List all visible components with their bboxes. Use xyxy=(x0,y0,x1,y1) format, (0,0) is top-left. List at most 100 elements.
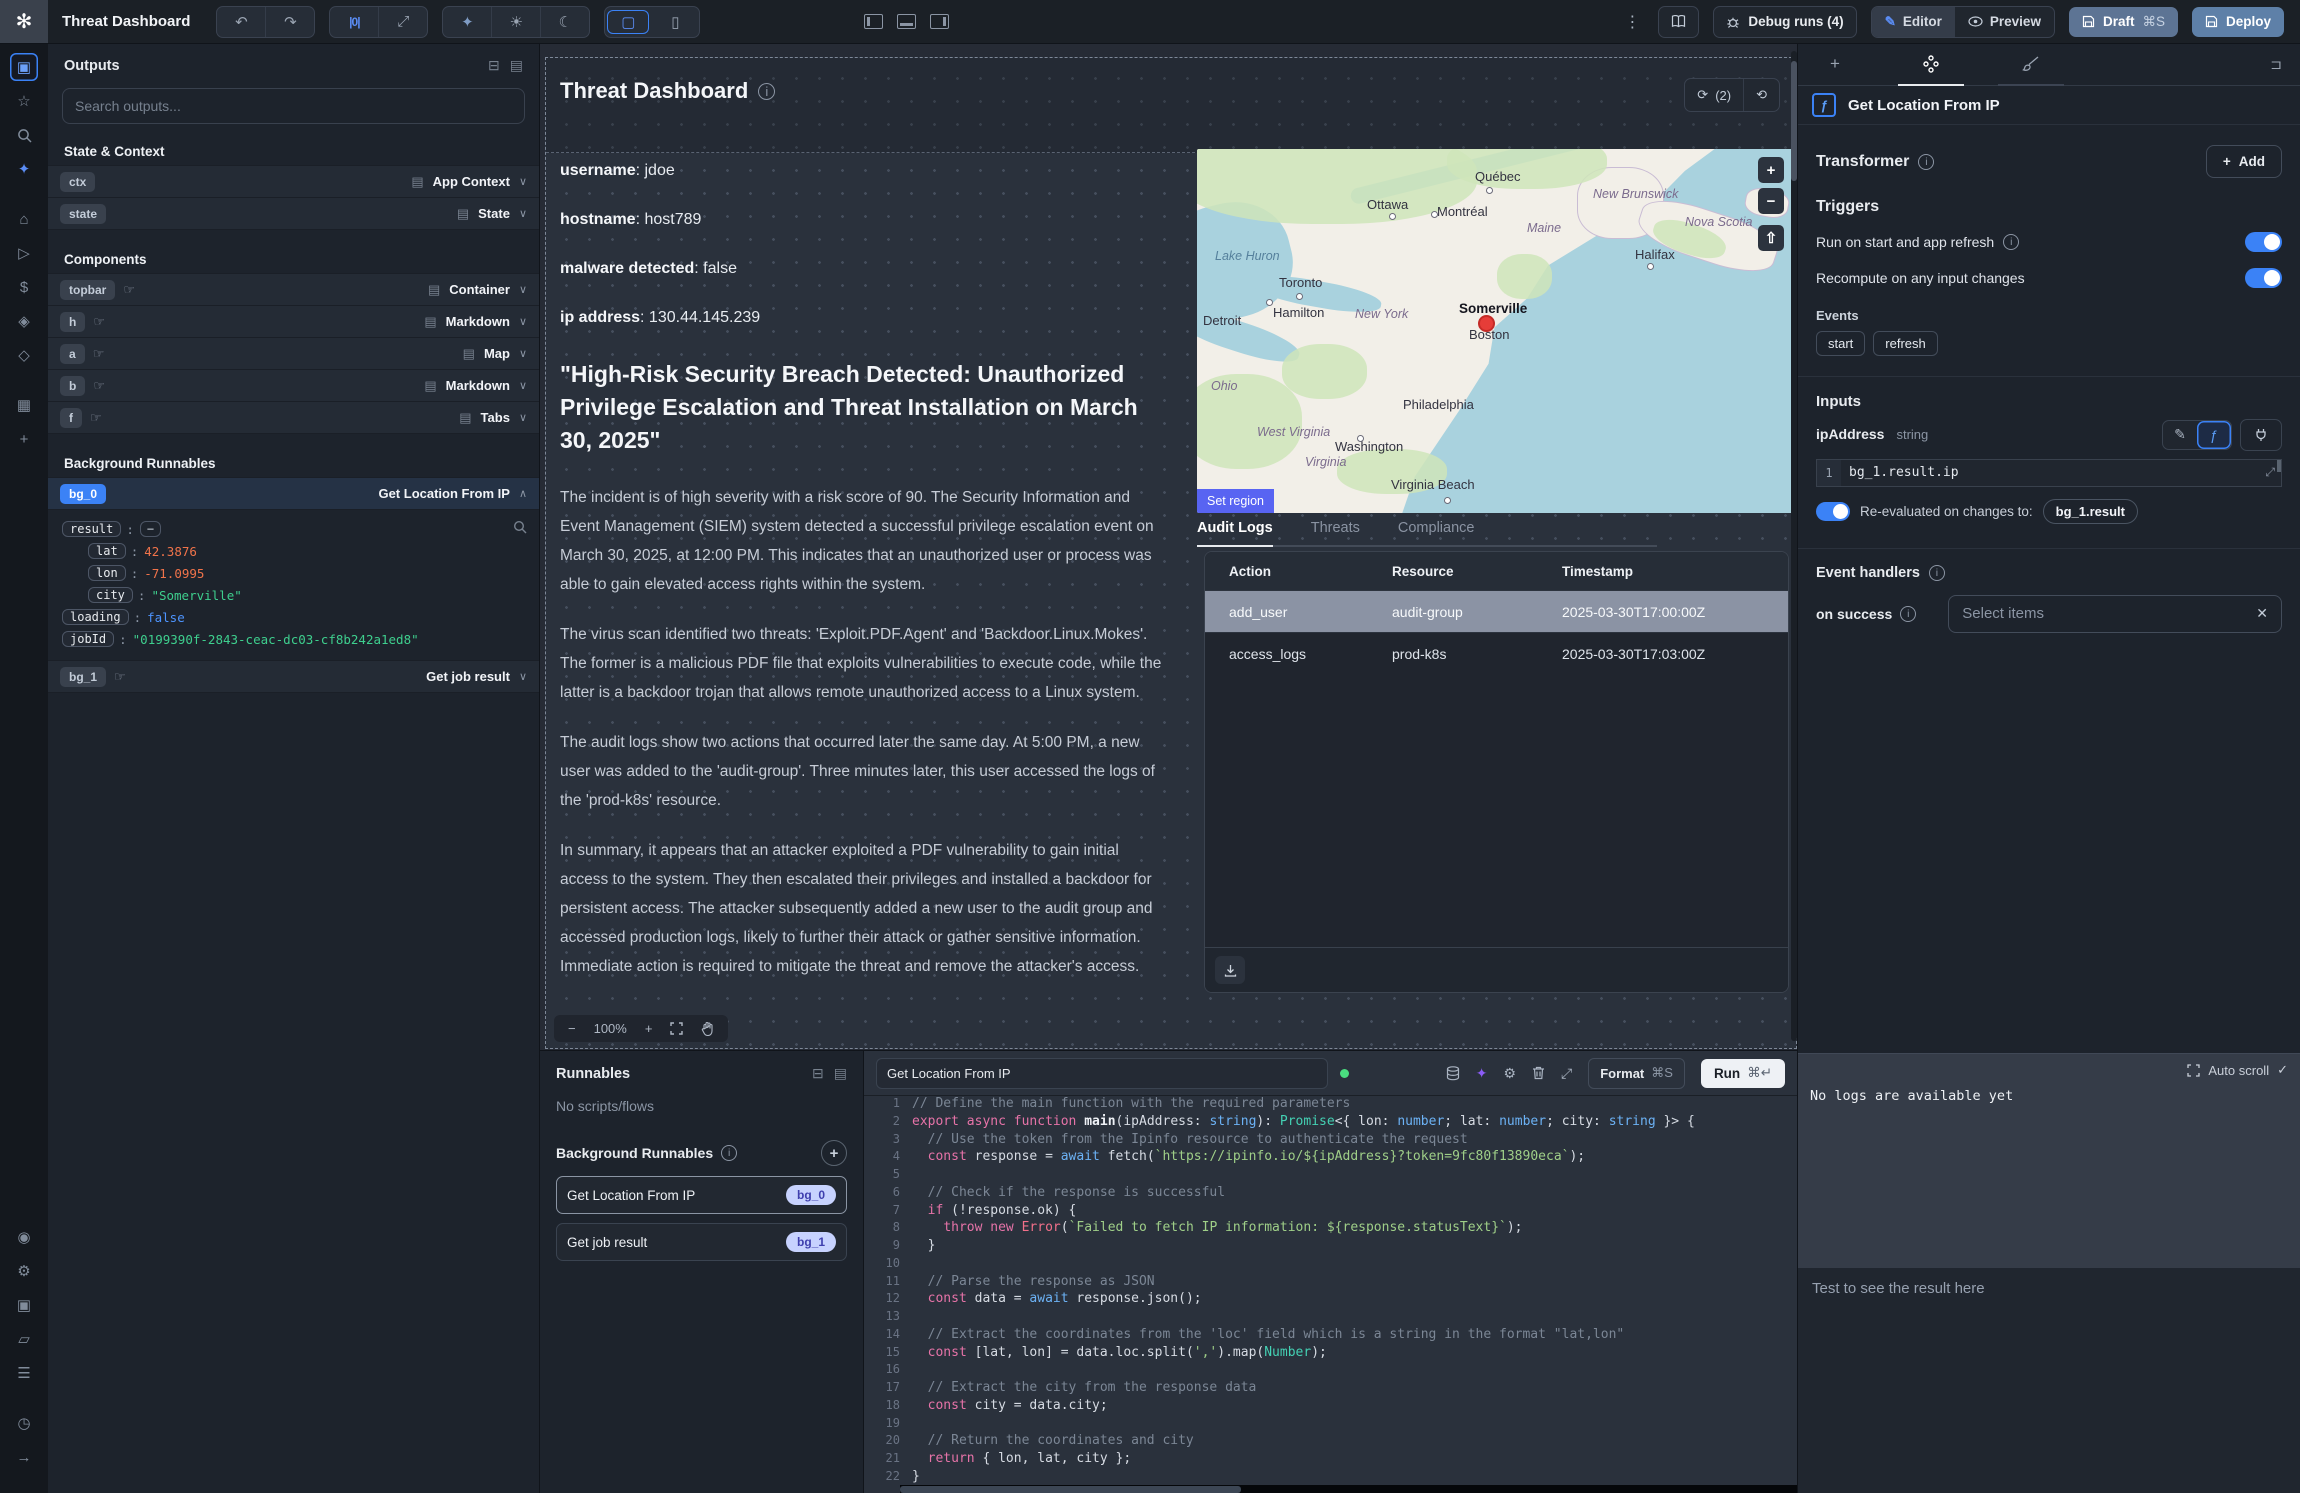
map-marker[interactable] xyxy=(1478,315,1495,332)
expand-logs-icon[interactable] xyxy=(2187,1064,2200,1077)
align-icon[interactable]: |0| xyxy=(330,7,378,37)
code-editor[interactable]: 1// Define the main function with the re… xyxy=(864,1095,1797,1484)
column-header[interactable]: Timestamp xyxy=(1538,564,1788,579)
collapse-panel-icon[interactable]: ⊟ xyxy=(812,1065,824,1082)
auto-scroll-checkbox[interactable]: ✓ xyxy=(2277,1062,2288,1078)
toggle-right-panel-icon[interactable] xyxy=(930,14,949,29)
preview-tab[interactable]: Preview xyxy=(1955,7,2054,37)
set-region-button[interactable]: Set region xyxy=(1197,489,1274,513)
column-header[interactable]: Resource xyxy=(1368,564,1538,579)
app-title[interactable]: Threat Dashboard xyxy=(62,13,190,30)
docs-panel-icon[interactable]: ▤ xyxy=(834,1065,847,1082)
insert-component-tab[interactable]: + xyxy=(1816,43,1854,85)
rail-user-icon[interactable]: ◉ xyxy=(10,1223,38,1251)
static-mode-icon[interactable]: ✎ xyxy=(2163,421,2197,449)
code-horizontal-scrollbar[interactable] xyxy=(900,1485,1797,1493)
output-row[interactable]: ctx▤App Context∨ xyxy=(48,165,539,197)
connect-plug-icon[interactable] xyxy=(2240,419,2282,451)
tree-value[interactable]: − xyxy=(140,521,161,537)
rail-collapse-icon[interactable]: → xyxy=(10,1443,38,1471)
expand-expression-icon[interactable]: ⤢ xyxy=(2265,465,2275,480)
chevron-down-icon[interactable]: ∨ xyxy=(519,670,527,683)
settings-tab[interactable] xyxy=(1908,43,1954,85)
ai-wand-icon[interactable]: ✦ xyxy=(1476,1065,1488,1082)
redo-icon[interactable]: ↷ xyxy=(265,7,314,37)
rail-groups-icon[interactable]: ☰ xyxy=(10,1359,38,1387)
mobile-view-icon[interactable]: ▯ xyxy=(651,7,699,37)
ip-address-expression-input[interactable]: 1 bg_1.result.ip ⤢ xyxy=(1816,459,2282,487)
light-theme-icon[interactable]: ☀ xyxy=(491,7,540,37)
fit-view-icon[interactable] xyxy=(670,1022,683,1035)
bg0-output-row[interactable]: bg_0 Get Location From IP∧ xyxy=(48,477,539,509)
runnable-item[interactable]: Get Location From IPbg_0 xyxy=(556,1176,847,1214)
rail-app-editor-icon[interactable]: ▣ xyxy=(10,53,38,81)
format-button[interactable]: Format⌘S xyxy=(1588,1058,1685,1089)
download-icon[interactable] xyxy=(1215,956,1245,984)
event-chip-refresh[interactable]: refresh xyxy=(1873,331,1937,356)
run-button[interactable]: Run⌘↵ xyxy=(1701,1059,1785,1088)
zoom-out-button[interactable]: − xyxy=(568,1021,576,1036)
output-row[interactable]: topbar☞▤Container∨ xyxy=(48,273,539,305)
tree-search-icon[interactable] xyxy=(513,520,527,534)
docs-button[interactable] xyxy=(1658,6,1699,38)
editor-tab[interactable]: ✎ Editor xyxy=(1872,7,1955,37)
rail-variables-icon[interactable]: $ xyxy=(10,273,38,301)
table-row[interactable]: access_logsprod-k8s2025-03-30T17:03:00Z xyxy=(1205,632,1788,674)
column-header[interactable]: Action xyxy=(1205,564,1368,579)
collapse-panel-icon[interactable]: ⊟ xyxy=(488,57,500,74)
output-row[interactable]: a☞▤Map∨ xyxy=(48,337,539,369)
rail-folders-icon[interactable]: ▱ xyxy=(10,1325,38,1353)
map-zoom-in-button[interactable]: + xyxy=(1758,157,1784,183)
tree-key[interactable]: loading xyxy=(62,609,129,625)
draft-button[interactable]: Draft⌘S xyxy=(2069,7,2178,37)
reeval-toggle[interactable] xyxy=(1816,502,1850,521)
expand-editor-icon[interactable]: ⤢ xyxy=(1561,1065,1572,1082)
rail-add-icon[interactable]: + xyxy=(10,425,38,453)
table-row[interactable]: add_useraudit-group2025-03-30T17:00:00Z xyxy=(1205,590,1788,632)
tree-key[interactable]: lon xyxy=(88,565,126,581)
topbar-container-component[interactable]: Threat Dashboard i ⟳(2) ⟲ xyxy=(546,58,1796,153)
search-outputs-input[interactable]: Search outputs... xyxy=(62,88,525,124)
rail-workers-icon[interactable]: ▣ xyxy=(10,1291,38,1319)
expand-canvas-icon[interactable]: ⤢ xyxy=(378,7,427,37)
deploy-button[interactable]: Deploy xyxy=(2192,7,2284,37)
debug-runs-button[interactable]: Debug runs (4) xyxy=(1713,6,1856,38)
cache-icon[interactable] xyxy=(1446,1066,1460,1081)
rail-calendar-icon[interactable]: ▦ xyxy=(10,391,38,419)
rail-settings-icon[interactable]: ⚙ xyxy=(10,1257,38,1285)
map-locate-button[interactable]: ⇧ xyxy=(1758,225,1784,251)
output-row[interactable]: f☞▤Tabs∨ xyxy=(48,401,539,434)
zoom-in-button[interactable]: + xyxy=(645,1021,653,1036)
add-background-runnable-button[interactable]: + xyxy=(821,1140,847,1166)
tree-key[interactable]: jobId xyxy=(62,631,114,647)
pan-hand-icon[interactable] xyxy=(701,1022,714,1036)
tree-key[interactable]: result xyxy=(62,521,121,537)
docs-panel-icon[interactable]: ▤ xyxy=(510,57,523,74)
windmill-logo-icon[interactable]: ✻ xyxy=(0,0,48,43)
map-component[interactable]: QuébecOttawaMontréalNew BrunswickNova Sc… xyxy=(1197,149,1792,513)
history-button[interactable]: ⟲ xyxy=(1743,79,1779,111)
magic-wand-icon[interactable]: ✦ xyxy=(443,7,491,37)
dark-theme-icon[interactable]: ☾ xyxy=(540,7,589,37)
delete-icon[interactable] xyxy=(1532,1066,1545,1080)
rail-schedules-icon[interactable]: ◇ xyxy=(10,341,38,369)
chevron-up-icon[interactable]: ∧ xyxy=(519,487,527,500)
add-transformer-button[interactable]: +Add xyxy=(2206,145,2282,178)
runnable-name-input[interactable]: Get Location From IP xyxy=(876,1058,1328,1089)
map-zoom-out-button[interactable]: − xyxy=(1758,188,1784,214)
toggle-bottom-panel-icon[interactable] xyxy=(897,14,916,29)
rail-search-icon[interactable] xyxy=(10,121,38,149)
runnable-item[interactable]: Get job resultbg_1 xyxy=(556,1223,847,1261)
app-canvas[interactable]: Threat Dashboard i ⟳(2) ⟲ username: jdoe… xyxy=(540,43,1797,1050)
more-menu-icon[interactable]: ⋮ xyxy=(1620,12,1644,32)
refresh-button[interactable]: ⟳(2) xyxy=(1685,79,1743,111)
rail-home-icon[interactable]: ⌂ xyxy=(10,205,38,233)
tree-key[interactable]: lat xyxy=(88,543,126,559)
tab-compliance[interactable]: Compliance xyxy=(1398,520,1475,547)
rail-star-icon[interactable]: ☆ xyxy=(10,87,38,115)
styling-tab[interactable] xyxy=(2008,43,2054,85)
rail-recent-icon[interactable]: ◷ xyxy=(10,1409,38,1437)
desktop-view-icon[interactable]: ▢ xyxy=(607,10,649,34)
eval-mode-icon[interactable]: ƒ xyxy=(2197,421,2231,449)
trigger-toggle[interactable] xyxy=(2245,268,2282,288)
